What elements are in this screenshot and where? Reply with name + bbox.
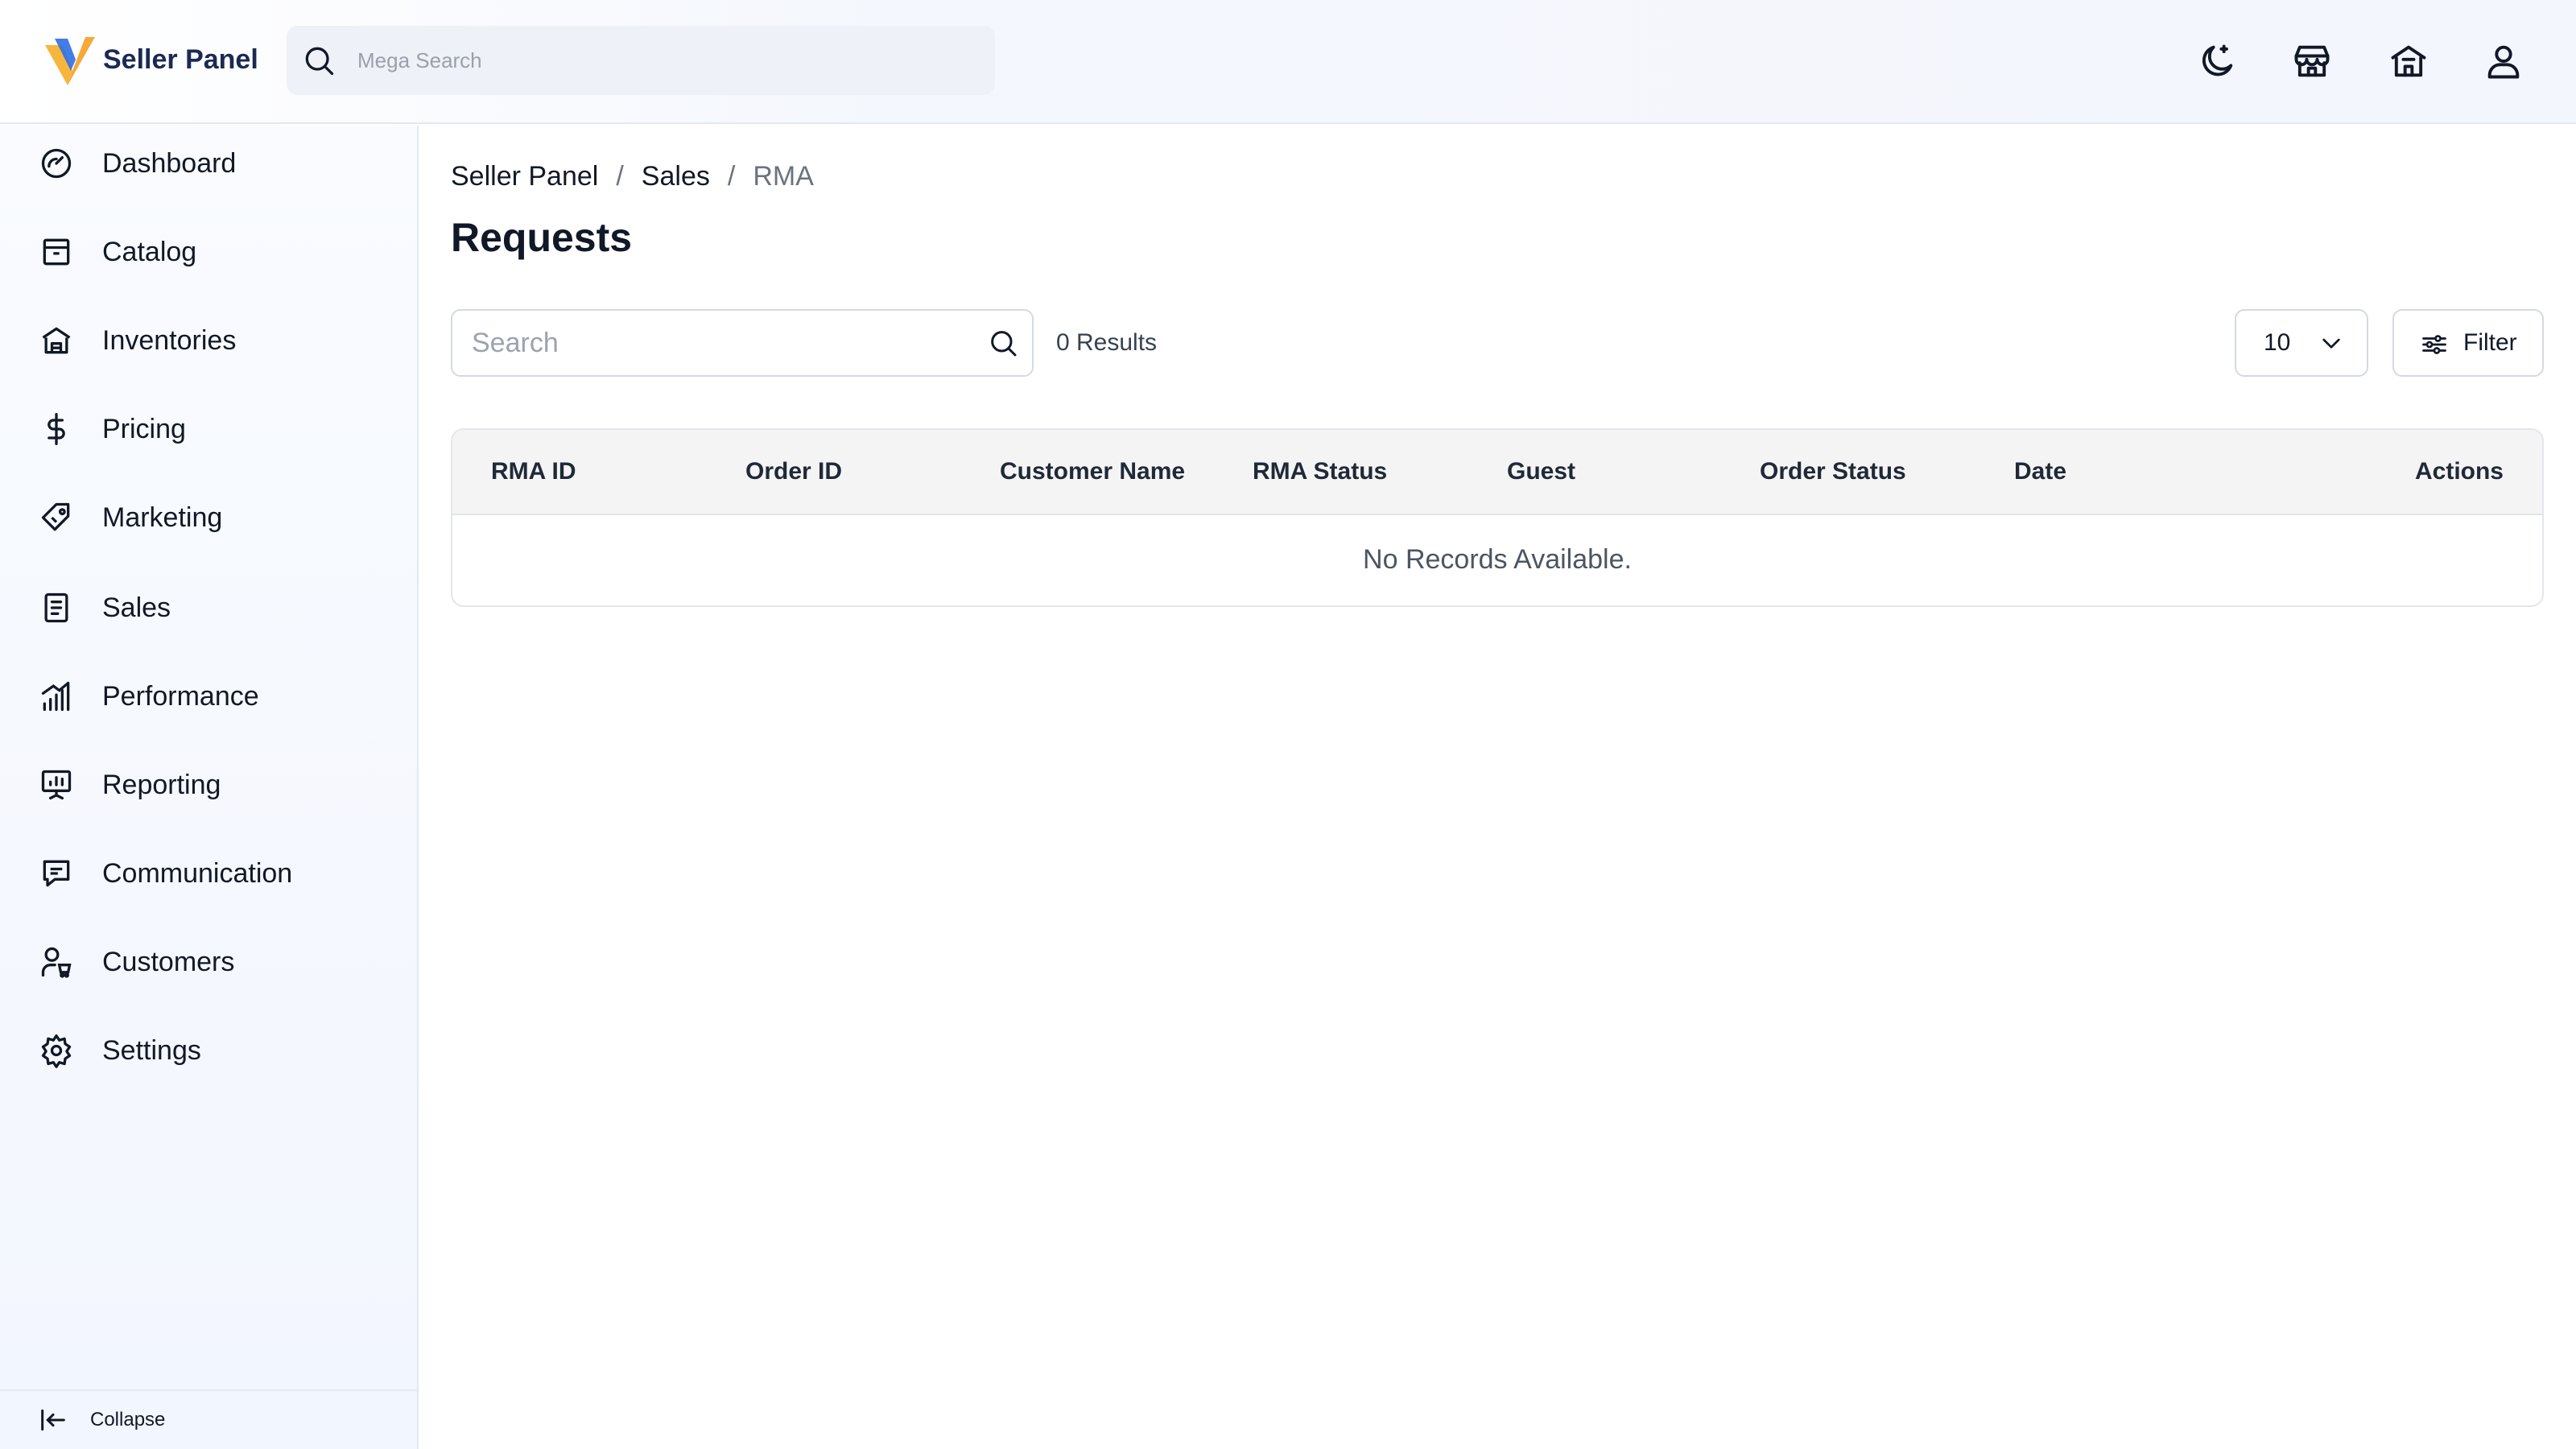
table-header: RMA ID Order ID Customer Name RMA Status…: [452, 430, 2542, 515]
sidebar-item-label: Dashboard: [102, 148, 237, 179]
mega-search-placeholder: Mega Search: [357, 48, 482, 72]
breadcrumb-separator: /: [727, 161, 736, 192]
sidebar-item-performance[interactable]: Performance: [0, 662, 417, 731]
sidebar-item-customers[interactable]: Customers: [0, 927, 417, 997]
presentation-icon: [41, 770, 72, 800]
search-icon[interactable]: [987, 327, 1019, 359]
search-placeholder: Search: [472, 328, 559, 358]
sidebar-item-reporting[interactable]: Reporting: [0, 750, 417, 819]
column-header-guest[interactable]: Guest: [1507, 430, 1575, 514]
rma-table: RMA ID Order ID Customer Name RMA Status…: [451, 428, 2544, 607]
bar-chart-icon: [41, 681, 70, 712]
breadcrumb-seller-panel[interactable]: Seller Panel: [451, 158, 598, 195]
message-icon: [43, 860, 70, 887]
warehouse-icon: [42, 327, 71, 354]
sidebar-item-communication[interactable]: Communication: [0, 839, 417, 908]
sidebar-item-marketing[interactable]: Marketing: [0, 483, 417, 552]
sidebar-item-catalog[interactable]: Catalog: [0, 217, 417, 287]
sidebar: Dashboard Catalog Inventories Pricing Ma…: [0, 126, 419, 1449]
filter-label: Filter: [2463, 329, 2517, 356]
gear-icon: [41, 1034, 72, 1068]
sidebar-item-label: Inventories: [102, 325, 237, 356]
column-header-rma-status[interactable]: RMA Status: [1253, 430, 1387, 514]
column-header-date[interactable]: Date: [2014, 430, 2066, 514]
sidebar-item-sales[interactable]: Sales: [0, 573, 417, 642]
receipt-icon: [44, 592, 68, 623]
column-header-rma-id[interactable]: RMA ID: [491, 430, 576, 514]
column-header-order-id[interactable]: Order ID: [745, 430, 842, 514]
sidebar-item-label: Catalog: [102, 237, 197, 267]
dollar-icon: [47, 413, 65, 445]
page-size-select[interactable]: 10: [2235, 309, 2368, 377]
column-header-actions: Actions: [2414, 458, 2504, 485]
sidebar-item-label: Marketing: [102, 502, 223, 533]
search-input[interactable]: Search: [451, 309, 1034, 377]
sliders-icon: [2422, 335, 2446, 354]
column-header-order-status[interactable]: Order Status: [1760, 430, 1906, 514]
results-count: 0 Results: [1056, 329, 1158, 356]
sidebar-item-label: Settings: [102, 1035, 201, 1066]
breadcrumb: Seller Panel / Sales / RMA: [451, 158, 814, 195]
sidebar-item-dashboard[interactable]: Dashboard: [0, 129, 417, 198]
top-header: Seller Panel Mega Search: [0, 0, 2576, 124]
tag-icon: [41, 502, 70, 531]
breadcrumb-current: RMA: [753, 161, 814, 192]
sidebar-item-pricing[interactable]: Pricing: [0, 394, 417, 464]
user-icon[interactable]: [2483, 40, 2524, 82]
sidebar-item-inventories[interactable]: Inventories: [0, 306, 417, 375]
breadcrumb-sales[interactable]: Sales: [642, 158, 710, 195]
mega-search-input[interactable]: Mega Search: [287, 26, 995, 95]
moon-icon[interactable]: [2196, 40, 2238, 82]
sidebar-item-label: Pricing: [102, 414, 186, 444]
collapse-label: Collapse: [90, 1409, 166, 1430]
user-cart-icon: [41, 947, 72, 978]
breadcrumb-separator: /: [616, 161, 624, 192]
gauge-icon: [41, 148, 72, 179]
sidebar-item-label: Communication: [102, 858, 293, 889]
collapse-button[interactable]: Collapse: [0, 1389, 417, 1449]
box-icon: [43, 238, 70, 266]
sidebar-item-label: Customers: [102, 947, 235, 977]
brand-logo-icon: [45, 37, 95, 85]
empty-state-message: No Records Available.: [1363, 544, 1632, 575]
sidebar-item-settings[interactable]: Settings: [0, 1016, 417, 1085]
building-icon[interactable]: [2388, 40, 2429, 82]
brand-name: Seller Panel: [103, 44, 258, 75]
sidebar-item-label: Performance: [102, 681, 259, 712]
filter-button[interactable]: Filter: [2392, 309, 2544, 377]
page-size-value: 10: [2264, 329, 2291, 356]
store-icon[interactable]: [2291, 40, 2333, 82]
sidebar-item-label: Sales: [102, 592, 171, 623]
column-header-customer-name[interactable]: Customer Name: [1000, 430, 1185, 514]
search-icon: [305, 47, 334, 76]
chevron-down-icon: [2322, 338, 2340, 349]
page-title: Requests: [451, 215, 633, 260]
sidebar-item-label: Reporting: [102, 770, 221, 800]
collapse-arrow-icon: [41, 1409, 65, 1431]
